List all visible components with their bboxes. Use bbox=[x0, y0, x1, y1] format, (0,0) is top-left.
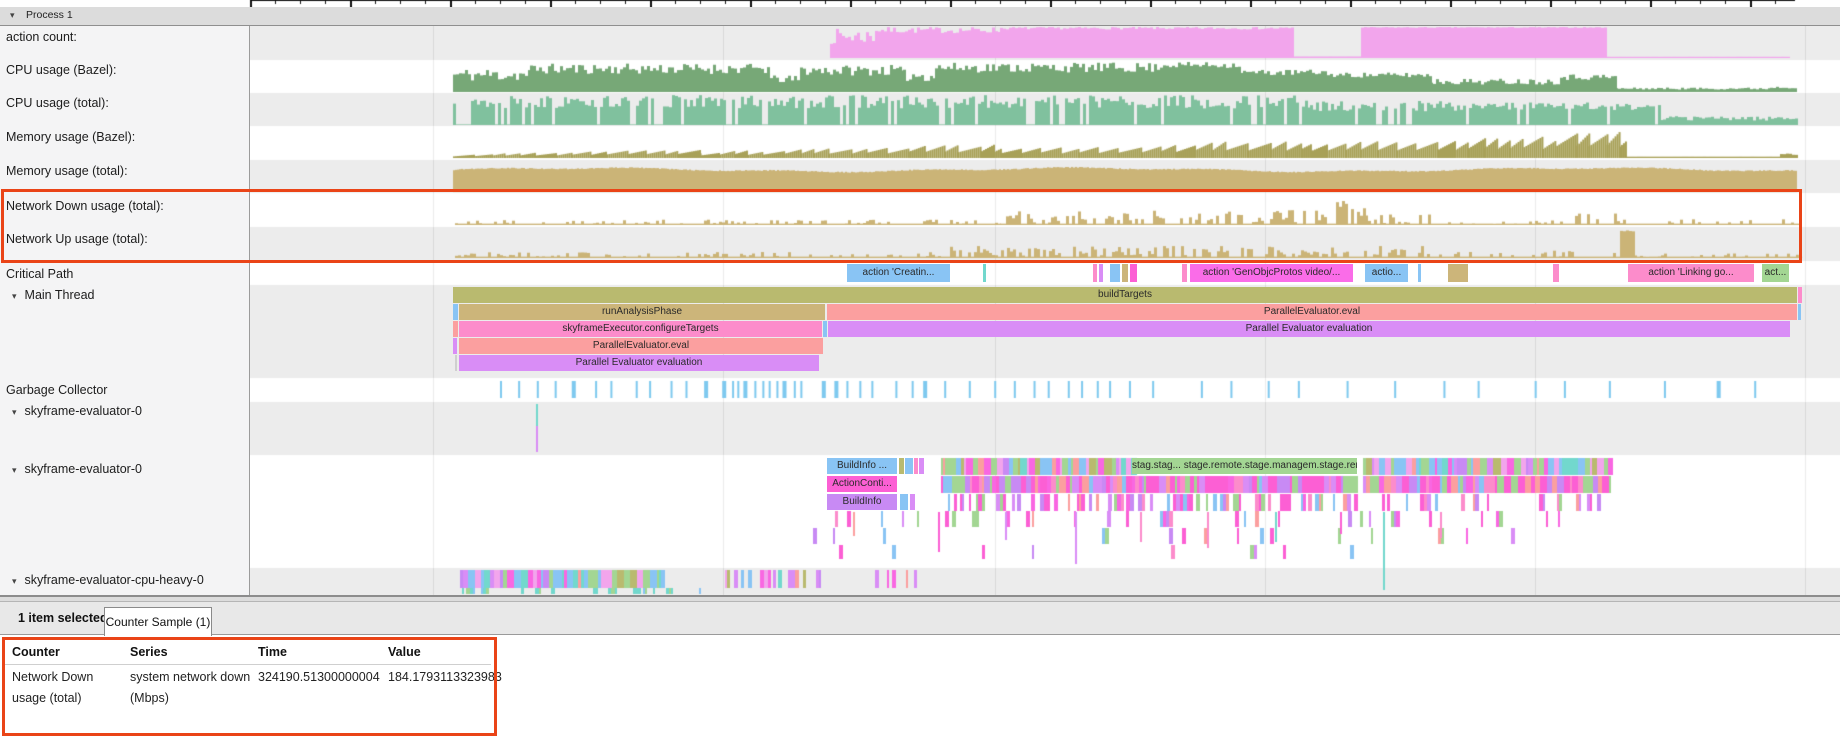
track-label[interactable]: Memory usage (total): bbox=[6, 164, 128, 178]
track-label[interactable]: CPU usage (Bazel): bbox=[6, 63, 116, 77]
counter-sample-panel: Counter Series Time Value Network Down u… bbox=[0, 636, 1840, 742]
timeline-span-sliver[interactable] bbox=[1130, 264, 1137, 282]
track-label-text: Network Down usage (total): bbox=[6, 199, 164, 213]
timeline-span-sliver[interactable] bbox=[1099, 264, 1103, 282]
timeline-span[interactable]: runAnalysisPhase bbox=[459, 304, 825, 320]
timeline-span[interactable]: action 'Linking go... bbox=[1628, 264, 1754, 282]
timeline-span-sliver[interactable] bbox=[455, 355, 457, 371]
timeline-span-sliver[interactable] bbox=[983, 264, 986, 282]
timeline-span[interactable]: action 'GenObjcProtos video/... bbox=[1190, 264, 1353, 282]
track-label[interactable]: ▾ skyframe-evaluator-0 bbox=[12, 462, 142, 476]
timeline-span-sliver[interactable] bbox=[905, 458, 913, 474]
cell-value: 184.1793113323983 bbox=[388, 667, 494, 688]
process-group-header[interactable]: ▾ Process 1 bbox=[0, 7, 1840, 26]
track-label-text: skyframe-evaluator-0 bbox=[25, 462, 142, 476]
timeline-span-sliver[interactable] bbox=[1093, 264, 1097, 282]
collapse-triangle-icon[interactable]: ▾ bbox=[12, 465, 17, 475]
column-header-time: Time bbox=[258, 645, 384, 659]
track-label[interactable]: Network Up usage (total): bbox=[6, 232, 148, 246]
collapse-triangle-icon[interactable]: ▾ bbox=[10, 7, 15, 24]
track-label[interactable]: Critical Path bbox=[6, 267, 73, 281]
tab-counter-sample[interactable]: Counter Sample (1) bbox=[104, 607, 212, 639]
timeline-span[interactable]: BuildInfo bbox=[827, 494, 897, 510]
track-label-text: Network Up usage (total): bbox=[6, 232, 148, 246]
timeline-span-sliver[interactable] bbox=[900, 494, 908, 510]
timeline-span[interactable]: ParallelEvaluator.eval bbox=[827, 304, 1797, 320]
track-label-text: CPU usage (total): bbox=[6, 96, 109, 110]
timeline-span-sliver[interactable] bbox=[914, 458, 918, 474]
timeline-span-sliver[interactable] bbox=[453, 338, 457, 354]
track-label[interactable]: ▾ skyframe-evaluator-0 bbox=[12, 404, 142, 418]
track-label[interactable]: CPU usage (total): bbox=[6, 96, 109, 110]
cell-counter: Network Down usage (total) bbox=[12, 667, 124, 709]
track-label[interactable]: ▾ Main Thread bbox=[12, 288, 94, 302]
track-label[interactable]: action count: bbox=[6, 30, 77, 44]
track-label-text: Main Thread bbox=[25, 288, 95, 302]
timeline-span[interactable]: action 'Creatin... bbox=[847, 264, 950, 282]
track-label-text: Critical Path bbox=[6, 267, 73, 281]
timeline-span[interactable]: stag.stag... stage.remote.stage.managem.… bbox=[1132, 458, 1357, 474]
timeline-span-sliver[interactable] bbox=[1418, 264, 1421, 282]
selection-status: 1 item selected. bbox=[18, 611, 111, 625]
track-label-text: action count: bbox=[6, 30, 77, 44]
bottom-tab-bar: 1 item selected. Counter Sample (1) bbox=[0, 602, 1840, 635]
track-label-text: CPU usage (Bazel): bbox=[6, 63, 116, 77]
track-label-text: skyframe-evaluator-cpu-heavy-0 bbox=[25, 573, 204, 587]
collapse-triangle-icon[interactable]: ▾ bbox=[12, 291, 17, 301]
cell-time: 324190.51300000004 bbox=[258, 667, 384, 688]
process-title: Process 1 bbox=[26, 7, 73, 24]
column-header-counter: Counter bbox=[12, 645, 124, 659]
track-label[interactable]: ▾ skyframe-evaluator-cpu-heavy-0 bbox=[12, 573, 204, 587]
trace-viewer-window: ▾ Process 1 action count: CPU usage (Baze… bbox=[0, 0, 1840, 742]
timeline-span[interactable]: Parallel Evaluator evaluation bbox=[459, 355, 819, 371]
track-label[interactable]: Memory usage (Bazel): bbox=[6, 130, 135, 144]
timeline-span-sliver[interactable] bbox=[919, 458, 924, 474]
track-label-text: skyframe-evaluator-0 bbox=[25, 404, 142, 418]
timeline-span[interactable]: actio... bbox=[1365, 264, 1408, 282]
timeline-span[interactable]: buildTargets bbox=[453, 287, 1797, 303]
timeline-span-sliver[interactable] bbox=[453, 304, 458, 320]
timeline-span-sliver[interactable] bbox=[910, 494, 915, 510]
timeline-span-sliver[interactable] bbox=[823, 321, 827, 337]
collapse-triangle-icon[interactable]: ▾ bbox=[12, 576, 17, 586]
timeline-span-sliver[interactable] bbox=[1798, 304, 1801, 320]
timeline-span[interactable]: BuildInfo ... bbox=[827, 458, 897, 474]
cell-series: system network down (Mbps) bbox=[130, 667, 252, 709]
timeline-span-sliver[interactable] bbox=[1182, 264, 1187, 282]
timeline-span-sliver[interactable] bbox=[1448, 264, 1468, 282]
table-header-divider bbox=[5, 664, 491, 665]
timeline-span[interactable]: Parallel Evaluator evaluation bbox=[828, 321, 1790, 337]
timeline-span-sliver[interactable] bbox=[1110, 264, 1120, 282]
tab-counter-sample-label: Counter Sample (1) bbox=[106, 615, 211, 629]
timeline-span[interactable]: act... bbox=[1762, 264, 1789, 282]
timeline-span-sliver[interactable] bbox=[899, 458, 904, 474]
timeline-span-sliver[interactable] bbox=[1122, 264, 1128, 282]
track-label-text: Memory usage (total): bbox=[6, 164, 128, 178]
timeline-span[interactable]: skyframeExecutor.configureTargets bbox=[459, 321, 822, 337]
collapse-triangle-icon[interactable]: ▾ bbox=[12, 407, 17, 417]
track-label[interactable]: Garbage Collector bbox=[6, 383, 107, 397]
timeline-span-sliver[interactable] bbox=[1798, 287, 1802, 303]
track-label[interactable]: Network Down usage (total): bbox=[6, 199, 164, 213]
column-header-series: Series bbox=[130, 645, 252, 659]
column-header-value: Value bbox=[388, 645, 494, 659]
panel-splitter[interactable] bbox=[0, 595, 1840, 602]
timeline-span-sliver[interactable] bbox=[453, 321, 458, 337]
track-label-text: Garbage Collector bbox=[6, 383, 107, 397]
timeline-span-sliver[interactable] bbox=[1553, 264, 1559, 282]
timeline-span[interactable]: ParallelEvaluator.eval bbox=[459, 338, 823, 354]
track-label-text: Memory usage (Bazel): bbox=[6, 130, 135, 144]
timeline-span[interactable]: ActionConti... bbox=[827, 476, 897, 492]
